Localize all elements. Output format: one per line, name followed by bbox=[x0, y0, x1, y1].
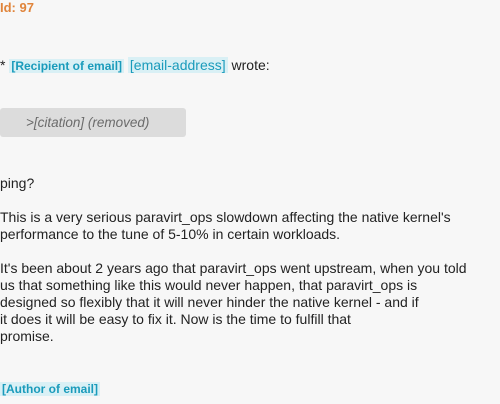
wrote-label: wrote: bbox=[231, 57, 270, 73]
author-tag: [Author of email] bbox=[0, 382, 100, 396]
quote-header: * [Recipient of email] [email-address] w… bbox=[0, 56, 270, 75]
paragraph-line: performance to the tune of 5-10% in cert… bbox=[0, 226, 341, 242]
paragraph-line: It's been about 2 years ago that paravir… bbox=[0, 260, 467, 276]
paragraph-slowdown: This is a very serious paravirt_ops slow… bbox=[0, 209, 500, 243]
email-address-tag: [email-address] bbox=[127, 57, 228, 73]
quote-prefix: * bbox=[0, 57, 6, 73]
paragraph-line: it does it will be easy to fix it. Now i… bbox=[0, 311, 351, 327]
author-signature: [Author of email] bbox=[0, 381, 100, 397]
paragraph-line: promise. bbox=[0, 328, 54, 344]
email-id: Id: 97 bbox=[0, 0, 34, 15]
paragraph-line: designed so flexibly that it will never … bbox=[0, 294, 419, 310]
paragraph-ping: ping? bbox=[0, 175, 35, 191]
email-body: ping? This is a very serious paravirt_op… bbox=[0, 175, 500, 345]
paragraph-promise: It's been about 2 years ago that paravir… bbox=[0, 260, 500, 345]
citation-removed: >[citation] (removed) bbox=[0, 108, 186, 137]
recipient-tag: [Recipient of email] bbox=[9, 59, 125, 73]
paragraph-line: This is a very serious paravirt_ops slow… bbox=[0, 209, 451, 225]
paragraph-line: us that something like this would never … bbox=[0, 277, 418, 293]
